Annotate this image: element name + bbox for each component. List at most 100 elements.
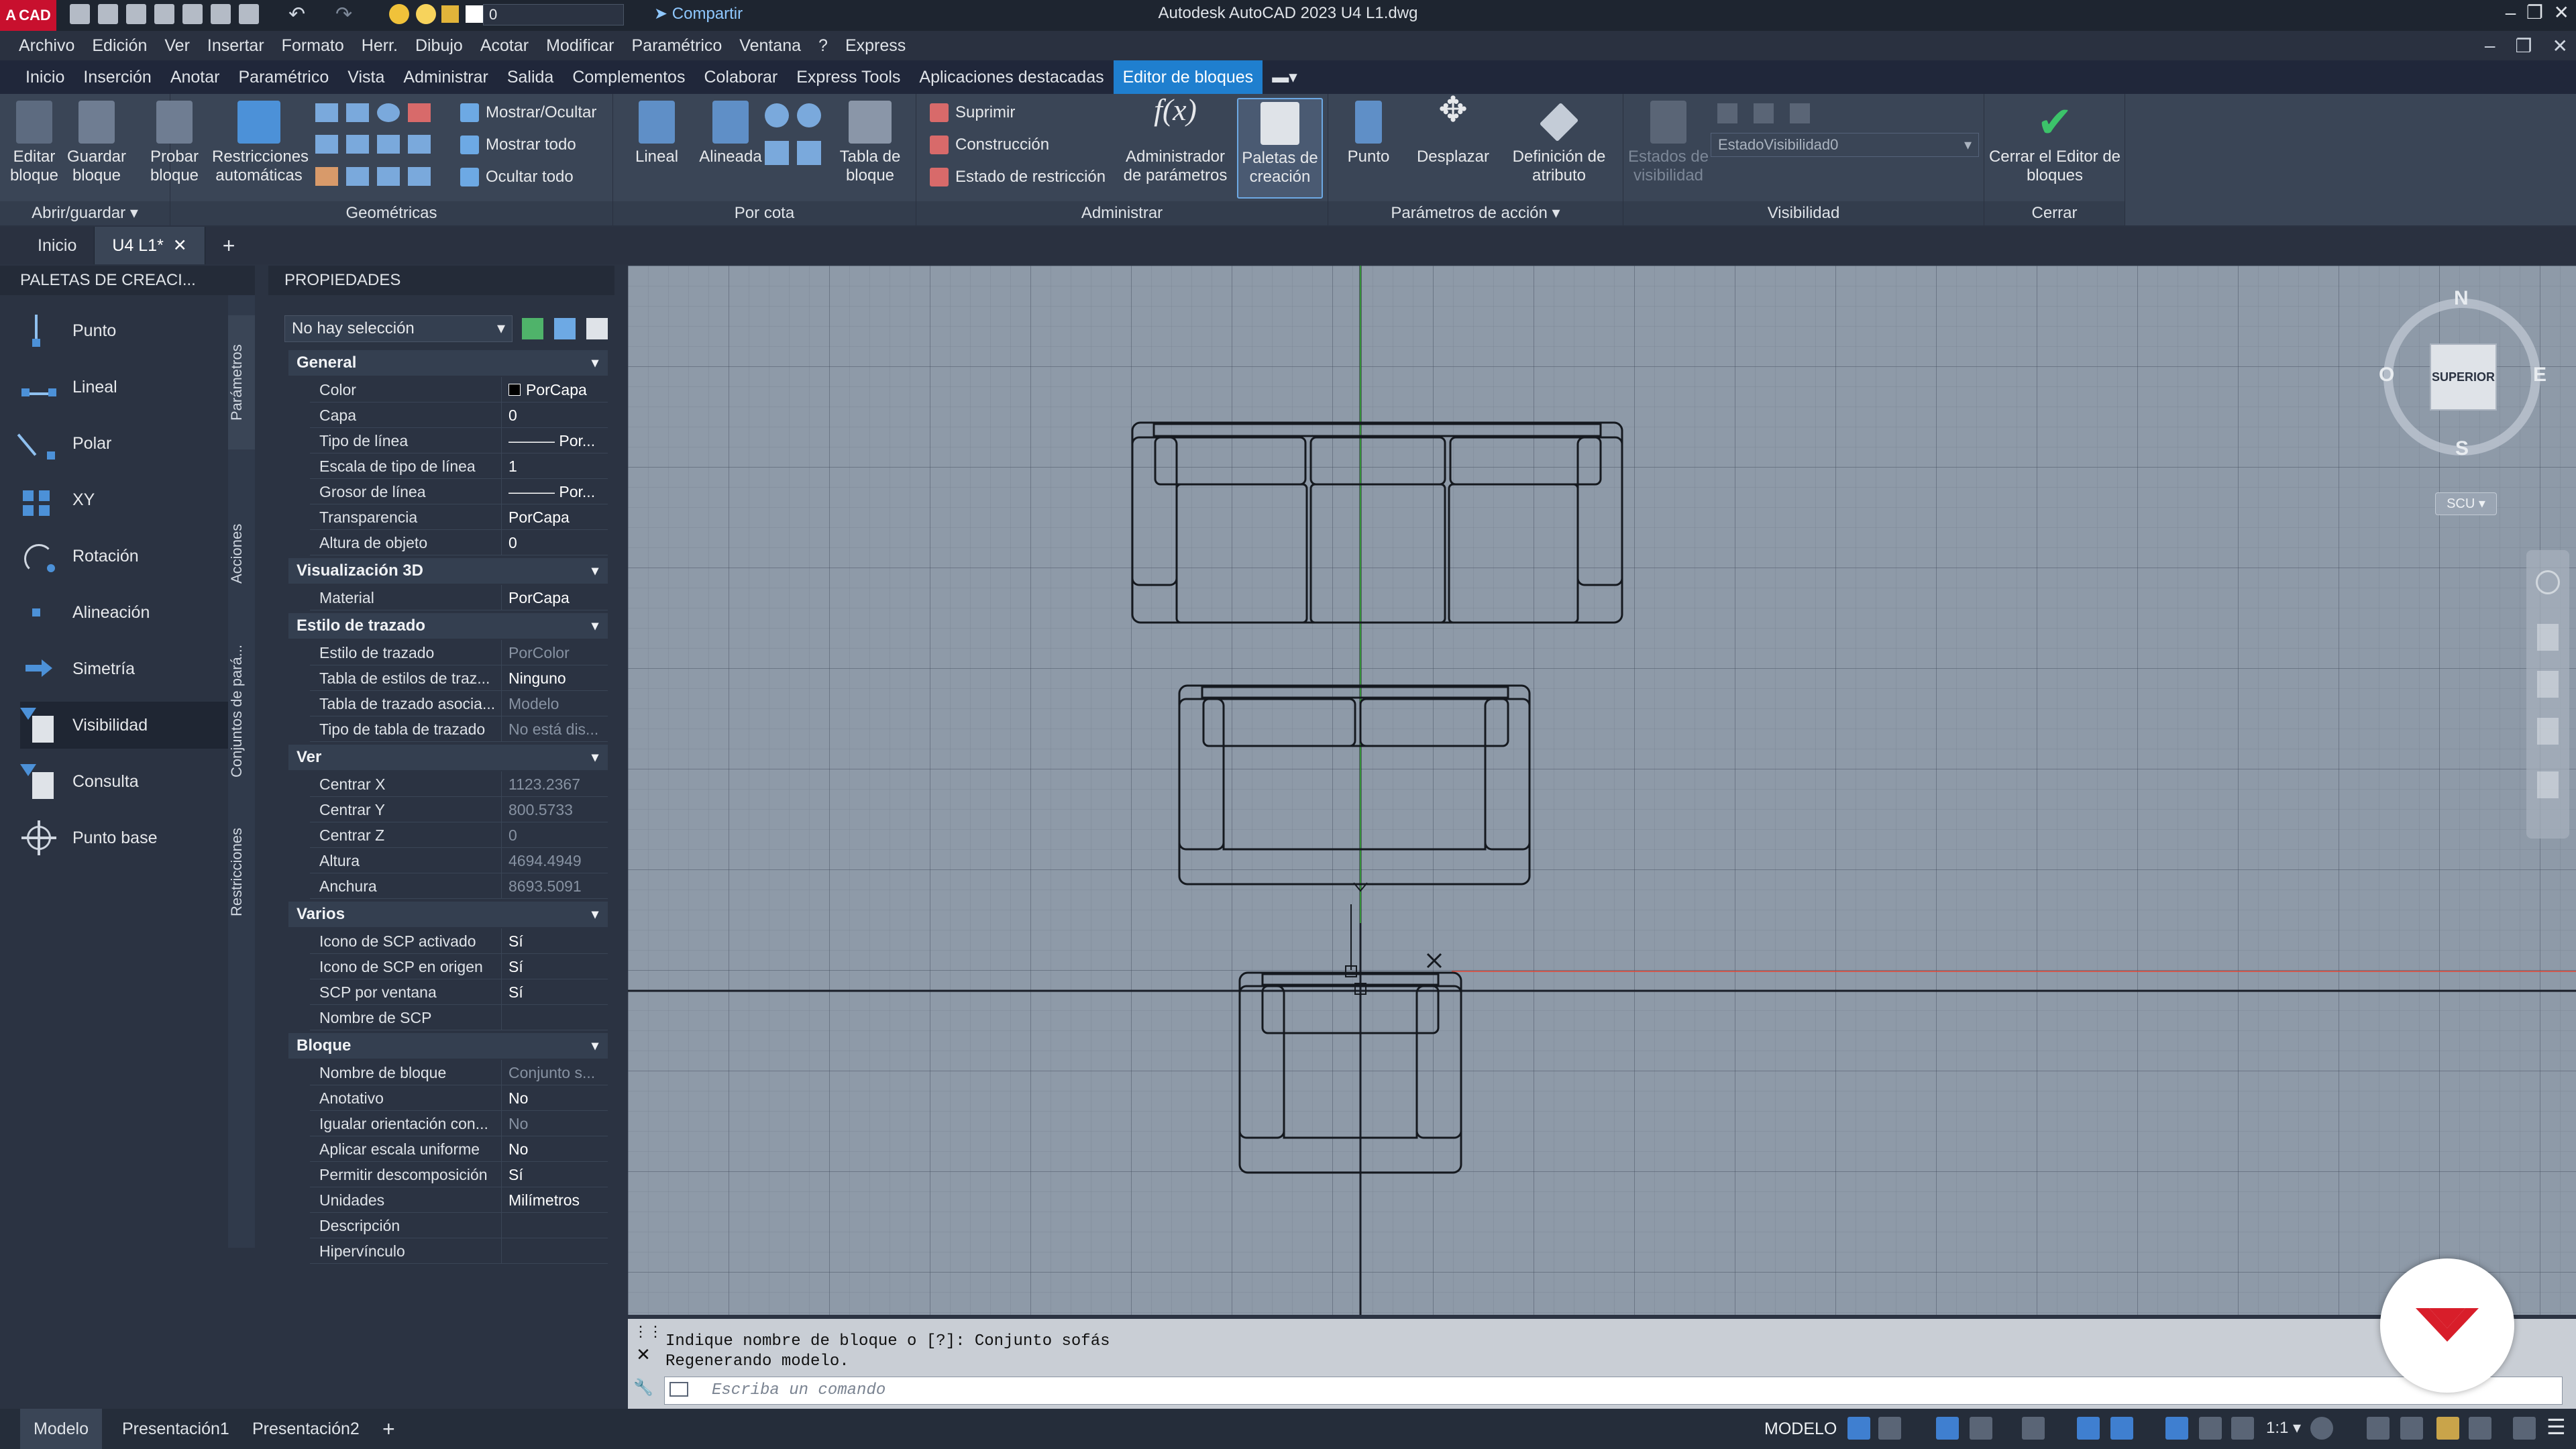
- ucs-menu[interactable]: SCU ▾: [2435, 492, 2497, 515]
- plot-icon[interactable]: [211, 4, 231, 24]
- menu-ayuda[interactable]: ?: [818, 36, 845, 56]
- vtab-restricciones[interactable]: Restricciones: [228, 812, 255, 932]
- quick-select-icon[interactable]: [586, 318, 608, 339]
- menu-archivo[interactable]: Archivo: [19, 36, 92, 56]
- navigation-bar[interactable]: [2526, 550, 2569, 839]
- mostrar-ocultar-button[interactable]: Mostrar/Ocultar: [460, 103, 596, 122]
- object-snap-icon[interactable]: [2110, 1417, 2133, 1440]
- palette-alineacion[interactable]: Alineación: [20, 589, 228, 636]
- panel-title-accion[interactable]: Parámetros de acción ▾: [1328, 201, 1623, 225]
- property-row[interactable]: SCP por ventana Sí: [310, 979, 608, 1005]
- property-row[interactable]: Hipervínculo: [310, 1238, 608, 1264]
- vtab-acciones[interactable]: Acciones: [228, 503, 255, 604]
- isolate-icon[interactable]: [2400, 1417, 2423, 1440]
- punto-parameter-button[interactable]: Punto: [1328, 101, 1409, 166]
- layout-tab-presentacion1[interactable]: Presentación1: [114, 1409, 237, 1449]
- scale-button[interactable]: 1:1 ▾: [2266, 1417, 2301, 1440]
- property-row[interactable]: Centrar Z 0: [310, 822, 608, 848]
- ribbon-tab-complementos[interactable]: Complementos: [563, 60, 694, 94]
- panel-title-por-cota[interactable]: Por cota: [613, 201, 916, 225]
- fullscreen-icon[interactable]: [2513, 1417, 2536, 1440]
- compass-east[interactable]: E: [2533, 364, 2546, 386]
- angular-dim-icon[interactable]: [765, 141, 789, 165]
- property-row[interactable]: Aplicar escala uniforme No: [310, 1136, 608, 1162]
- chevron-down-icon[interactable]: ▾: [592, 902, 598, 927]
- property-section[interactable]: Estilo de trazado ▾: [288, 613, 608, 639]
- select-objects-icon[interactable]: [554, 318, 576, 339]
- layer-thaw-icon[interactable]: [416, 4, 436, 24]
- tabla-bloque-button[interactable]: Tabla de bloque: [826, 101, 914, 185]
- property-section[interactable]: General ▾: [288, 350, 608, 376]
- panel-title-administrar[interactable]: Administrar: [916, 201, 1328, 225]
- vertical-icon[interactable]: [408, 135, 431, 154]
- horizontal-icon[interactable]: [377, 135, 400, 154]
- layer-lock-icon[interactable]: [441, 5, 459, 23]
- vtab-conjuntos[interactable]: Conjuntos de pará...: [228, 631, 255, 792]
- property-row[interactable]: Anchura 8693.5091: [310, 873, 608, 899]
- fix-icon[interactable]: [408, 103, 431, 122]
- estados-visibilidad-button[interactable]: Estados de visibilidad: [1623, 101, 1713, 185]
- visibility-mode-icon[interactable]: [1717, 103, 1737, 123]
- ribbon-tab-editor-bloques[interactable]: Editor de bloques: [1113, 60, 1263, 94]
- print-icon[interactable]: [239, 4, 259, 24]
- steering-wheel-icon[interactable]: [2536, 570, 2560, 594]
- chevron-down-icon[interactable]: ▾: [592, 745, 598, 770]
- gear-icon[interactable]: [2310, 1417, 2333, 1440]
- auto-scale-icon[interactable]: [2199, 1417, 2222, 1440]
- palette-punto[interactable]: Punto: [20, 307, 228, 354]
- menu-icon[interactable]: ☰: [2546, 1414, 2566, 1440]
- collinear-icon[interactable]: [346, 103, 369, 122]
- property-row[interactable]: Unidades Milímetros: [310, 1187, 608, 1213]
- property-row[interactable]: Icono de SCP activado Sí: [310, 928, 608, 954]
- polar-tracking-icon[interactable]: [1970, 1417, 1992, 1440]
- property-row[interactable]: Nombre de bloque Conjunto s...: [310, 1060, 608, 1085]
- property-row[interactable]: Material PorCapa: [310, 585, 608, 610]
- selection-combo[interactable]: No hay selección ▾: [284, 315, 513, 342]
- snap-icon[interactable]: [1878, 1417, 1901, 1440]
- menu-insertar[interactable]: Insertar: [207, 36, 282, 56]
- ribbon-tab-options-icon[interactable]: ▬▾: [1263, 60, 1307, 94]
- new-file-icon[interactable]: [70, 4, 90, 24]
- ribbon-tab-aplicaciones[interactable]: Aplicaciones destacadas: [910, 60, 1113, 94]
- ribbon-tab-vista[interactable]: Vista: [338, 60, 394, 94]
- menu-parametrico[interactable]: Paramétrico: [632, 36, 740, 56]
- property-row[interactable]: Altura 4694.4949: [310, 848, 608, 873]
- cerrar-editor-button[interactable]: ✔ Cerrar el Editor de bloques: [1984, 101, 2125, 185]
- toggle-pickadd-icon[interactable]: [522, 318, 543, 339]
- window-controls[interactable]: – ❐ ✕: [2506, 1, 2569, 23]
- compass-west[interactable]: O: [2379, 364, 2394, 386]
- menu-acotar[interactable]: Acotar: [480, 36, 546, 56]
- ribbon-tab-parametrico[interactable]: Paramétrico: [229, 60, 339, 94]
- desplazar-action-button[interactable]: ✥ Desplazar: [1406, 93, 1500, 166]
- property-row[interactable]: Grosor de línea ——— Por...: [310, 479, 608, 504]
- menu-formato[interactable]: Formato: [282, 36, 362, 56]
- layer-on-icon[interactable]: [389, 4, 409, 24]
- command-recent-icon[interactable]: [669, 1382, 688, 1397]
- property-row[interactable]: Estilo de trazado PorColor: [310, 640, 608, 665]
- isodraft-icon[interactable]: [2022, 1417, 2045, 1440]
- viewcube-face[interactable]: SUPERIOR: [2430, 343, 2497, 411]
- object-snap-tracking-icon[interactable]: [2077, 1417, 2100, 1440]
- perpendicular-icon[interactable]: [346, 135, 369, 154]
- property-row[interactable]: Permitir descomposición Sí: [310, 1162, 608, 1187]
- guardar-bloque-button[interactable]: Guardar bloque: [64, 101, 129, 185]
- save-as-icon[interactable]: [154, 4, 174, 24]
- ribbon-tab-administrar[interactable]: Administrar: [394, 60, 497, 94]
- property-section[interactable]: Varios ▾: [288, 902, 608, 927]
- model-space-button[interactable]: MODELO: [1764, 1415, 1837, 1442]
- palette-rotacion[interactable]: Rotación: [20, 533, 228, 580]
- save-icon[interactable]: [126, 4, 146, 24]
- layer-combo[interactable]: 0: [483, 4, 624, 25]
- publish-icon[interactable]: [182, 4, 203, 24]
- panel-title-abrir[interactable]: Abrir/guardar ▾: [0, 201, 170, 225]
- undo-icon[interactable]: ↶: [288, 3, 305, 26]
- menu-edicion[interactable]: Edición: [92, 36, 164, 56]
- chevron-down-icon[interactable]: ▾: [592, 1033, 598, 1059]
- orbit-icon[interactable]: [2537, 718, 2559, 745]
- customize-icon[interactable]: 🔧: [633, 1378, 653, 1398]
- drawing-canvas[interactable]: [628, 266, 2576, 1315]
- panel-title-geometricas[interactable]: Geométricas: [170, 201, 612, 225]
- grip-icon[interactable]: ⋮⋮: [633, 1323, 663, 1343]
- ocultar-todo-button[interactable]: Ocultar todo: [460, 168, 574, 186]
- grid-icon[interactable]: [1847, 1417, 1870, 1440]
